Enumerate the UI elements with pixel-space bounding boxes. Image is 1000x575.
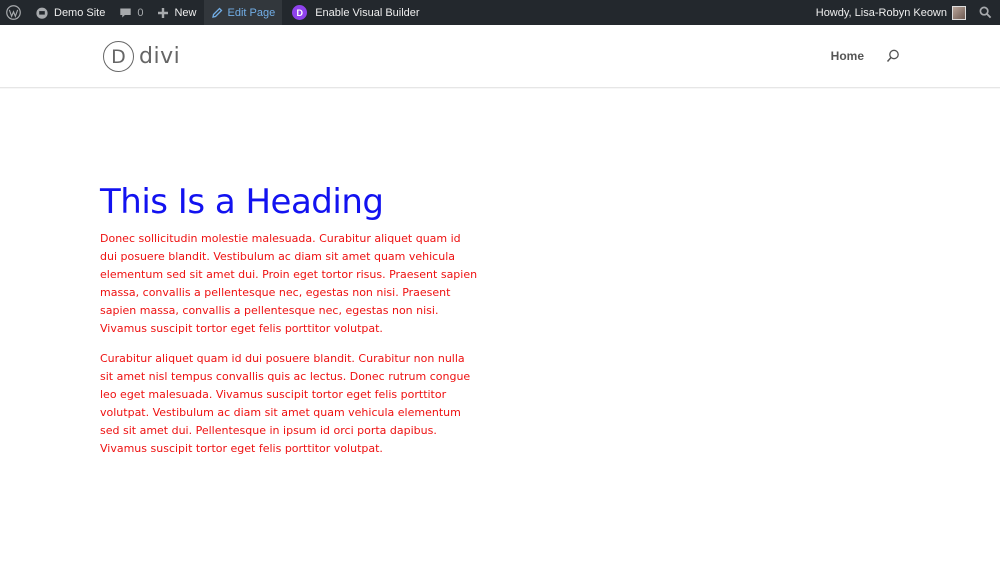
edit-page-label: Edit Page	[227, 6, 276, 19]
admin-bar: Demo Site 0 New Edit Page D Enable Visua…	[0, 0, 1000, 25]
site-home-icon	[36, 7, 48, 19]
plus-icon	[158, 7, 169, 18]
search-icon	[979, 6, 992, 19]
enable-visual-builder-link[interactable]: D Enable Visual Builder	[282, 0, 426, 25]
site-header: D divi Home	[0, 25, 1000, 88]
page-heading: This Is a Heading	[100, 182, 384, 222]
divi-icon: D	[292, 5, 308, 20]
main-nav: Home	[831, 49, 900, 63]
site-name-label: Demo Site	[54, 6, 106, 19]
site-name-menu[interactable]: Demo Site	[28, 0, 112, 25]
edit-page-link[interactable]: Edit Page	[203, 0, 283, 25]
admin-bar-right: Howdy, Lisa-Robyn Keown	[809, 0, 1000, 25]
body-paragraph-1: Donec sollicitudin molestie malesuada. C…	[100, 232, 478, 335]
search-icon[interactable]	[886, 49, 900, 63]
new-label: New	[174, 6, 197, 19]
account-menu[interactable]: Howdy, Lisa-Robyn Keown	[809, 0, 973, 25]
comment-icon	[120, 7, 132, 18]
logo-mark: D	[103, 41, 134, 72]
visual-builder-label: Enable Visual Builder	[315, 6, 420, 19]
nav-item-home[interactable]: Home	[831, 49, 864, 63]
main-content: This Is a Heading Donec sollicitudin mol…	[100, 180, 480, 470]
avatar	[952, 5, 966, 20]
wordpress-menu[interactable]	[0, 0, 28, 25]
comments-menu[interactable]: 0	[112, 0, 150, 25]
pencil-icon	[211, 7, 222, 18]
greeting-label: Howdy, Lisa-Robyn Keown	[815, 6, 947, 19]
wordpress-icon	[6, 5, 21, 20]
site-logo[interactable]: D divi	[103, 41, 180, 72]
admin-search-button[interactable]	[973, 0, 1000, 25]
comment-count: 0	[137, 6, 144, 19]
body-paragraph-2: Curabitur aliquet quam id dui posuere bl…	[100, 352, 471, 455]
logo-text: divi	[139, 44, 181, 69]
new-content-menu[interactable]: New	[150, 0, 203, 25]
admin-bar-left: Demo Site 0 New Edit Page D Enable Visua…	[0, 0, 427, 25]
